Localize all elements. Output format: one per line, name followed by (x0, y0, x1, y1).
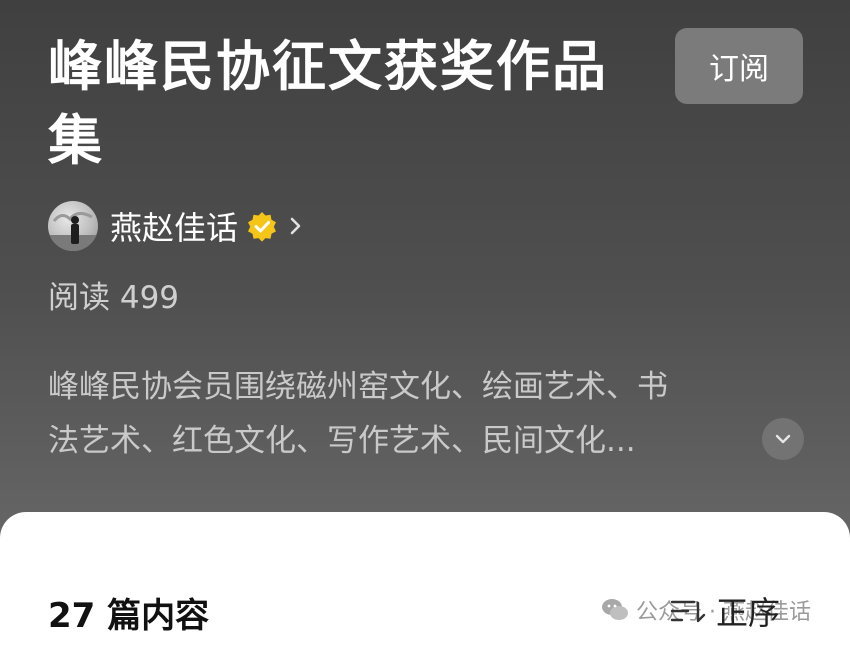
sort-toggle[interactable]: 正序 (668, 588, 780, 634)
chevron-down-icon (775, 434, 791, 444)
wechat-logo-icon (602, 599, 628, 620)
collection-header: 峰峰民协征文获奖作品集 订阅 燕赵佳话 阅读 499 峰峰民协会员围绕磁州窑文化… (0, 0, 850, 520)
author-name[interactable]: 燕赵佳话 (110, 203, 238, 249)
page-title: 峰峰民协征文获奖作品集 (48, 35, 608, 172)
author-row[interactable]: 燕赵佳话 (48, 198, 306, 254)
avatar-image (48, 212, 98, 251)
chevron-right-icon[interactable] (286, 211, 306, 241)
subscribe-button[interactable]: 订阅 (675, 28, 803, 104)
verified-badge-icon (248, 212, 277, 242)
content-list-sheet: 27 篇内容 公众号 · 燕赵佳话 正序 (0, 512, 850, 672)
sort-icon (670, 600, 706, 623)
description-line: 峰峰民协会员围绕磁州窑文化、绘画艺术、书 (48, 369, 668, 405)
sort-label[interactable]: 正序 (716, 588, 780, 634)
description-line: 法艺术、红色文化、写作艺术、民间文化... (48, 423, 636, 459)
collection-description: 峰峰民协会员围绕磁州窑文化、绘画艺术、书 法艺术、红色文化、写作艺术、民间文化.… (48, 360, 818, 468)
content-count: 27 篇内容 (48, 596, 210, 636)
read-count: 阅读 499 (48, 280, 180, 316)
expand-description-button[interactable] (762, 418, 804, 460)
avatar[interactable] (48, 201, 98, 251)
